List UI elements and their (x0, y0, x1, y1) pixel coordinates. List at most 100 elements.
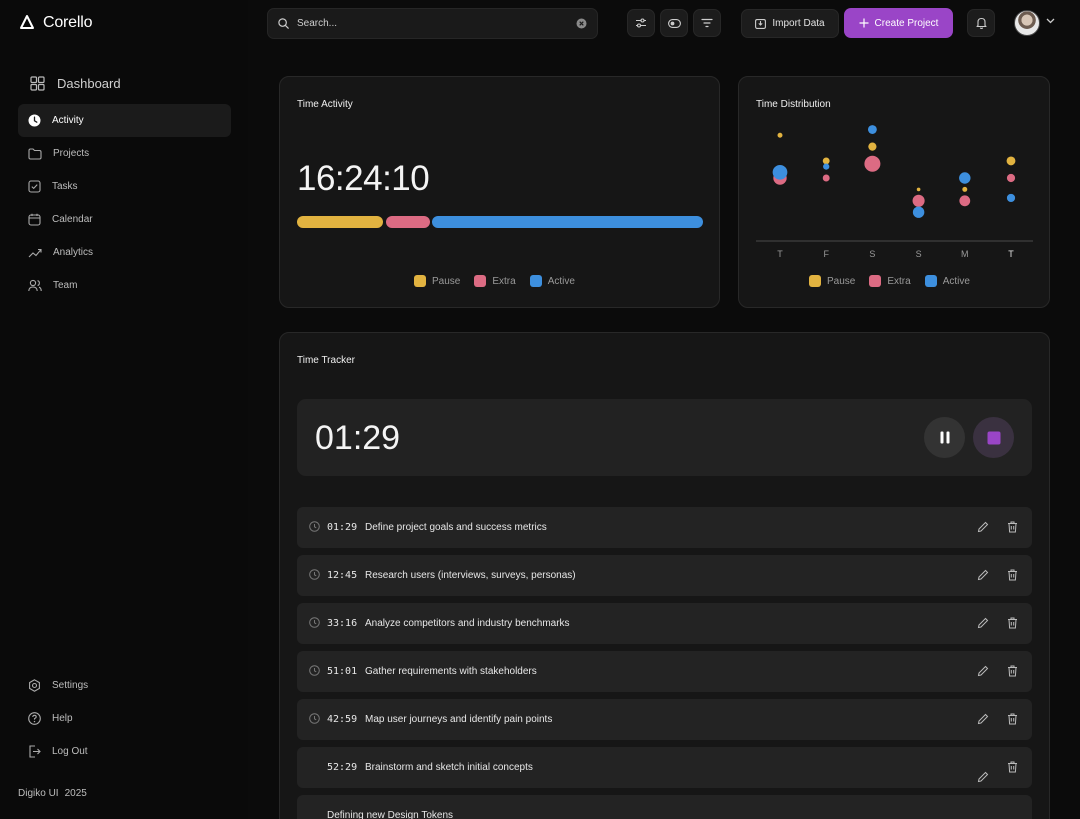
notifications-button[interactable] (967, 9, 995, 37)
footer-brand: Digiko UI 2025 (18, 788, 87, 799)
sidebar-item-team[interactable]: Team (18, 269, 231, 302)
clear-icon[interactable] (576, 18, 587, 29)
filter-button[interactable] (693, 9, 721, 37)
pencil-icon[interactable] (977, 569, 989, 581)
clock-icon (309, 569, 320, 580)
stop-icon (987, 431, 1000, 444)
app-logo[interactable]: Corello (18, 14, 92, 32)
legend-item-extra: Extra (474, 275, 516, 287)
search-input[interactable] (297, 18, 568, 29)
task-title: Brainstorm and sketch initial concepts (365, 762, 533, 773)
pencil-icon[interactable] (977, 521, 989, 533)
card-title: Time Activity (297, 99, 353, 110)
time-distribution-card: Time Distribution TFSSMT Pause Extra Act… (738, 76, 1050, 308)
sidebar-item-logout[interactable]: Log Out (18, 735, 231, 768)
bubble-active (823, 163, 830, 170)
card-title: Time Tracker (297, 355, 355, 366)
trend-icon (28, 248, 42, 257)
task-title: Research users (interviews, surveys, per… (365, 570, 576, 581)
import-data-button[interactable]: Import Data (741, 9, 839, 38)
search-icon (278, 18, 289, 29)
task-time: 01:29 (327, 522, 358, 533)
avatar[interactable] (1014, 10, 1040, 36)
logout-icon (29, 745, 41, 758)
sidebar-item-activity[interactable]: Activity (18, 104, 231, 137)
trash-icon[interactable] (1007, 761, 1018, 773)
legend-label: Pause (432, 275, 461, 287)
sidebar-item-calendar[interactable]: Calendar (18, 203, 231, 236)
legend-label: Extra (492, 275, 516, 287)
gear-icon (29, 679, 40, 692)
sidebar-item-label: Projects (53, 148, 90, 159)
task-time: 52:29 (327, 762, 358, 773)
stop-button[interactable] (973, 417, 1014, 458)
legend-label: Active (547, 275, 575, 287)
legend-swatch (529, 275, 542, 287)
x-tick-label: T (1008, 249, 1014, 259)
task-row[interactable]: 33:16 Analyze competitors and industry b… (297, 603, 1032, 644)
help-icon (28, 712, 41, 725)
task-row[interactable]: Defining new Design Tokens (297, 795, 1032, 819)
task-row[interactable]: 42:59 Map user journeys and identify pai… (297, 699, 1032, 740)
sidebar-item-help[interactable]: Help (18, 702, 231, 735)
sidebar-item-dashboard[interactable]: Dashboard (30, 76, 121, 91)
task-row[interactable]: 01:29 Define project goals and success m… (297, 507, 1032, 548)
sidebar-item-label: Settings (52, 680, 89, 691)
pause-button[interactable] (924, 417, 965, 458)
sidebar-item-settings[interactable]: Settings (18, 669, 231, 702)
pencil-icon[interactable] (977, 713, 989, 725)
x-tick-label: F (823, 249, 829, 259)
toggle-button[interactable] (660, 9, 688, 37)
timer-panel: 01:29 (297, 399, 1032, 476)
clock-icon (28, 114, 41, 127)
footer-year: 2025 (64, 788, 87, 799)
sidebar-item-label: Analytics (53, 247, 94, 258)
bubble-pause (822, 157, 830, 165)
legend-label: Extra (887, 275, 911, 287)
pencil-icon[interactable] (977, 771, 989, 783)
legend-label: Active (942, 275, 970, 287)
sidebar-item-tasks[interactable]: Tasks (18, 170, 231, 203)
task-row[interactable]: 51:01 Gather requirements with stakehold… (297, 651, 1032, 692)
trash-icon[interactable] (1007, 521, 1018, 533)
trash-icon[interactable] (1007, 713, 1018, 725)
adjust-button[interactable] (627, 9, 655, 37)
legend-label: Pause (827, 275, 856, 287)
trash-icon[interactable] (1007, 617, 1018, 629)
pencil-icon[interactable] (977, 617, 989, 629)
sidebar-nav: Activity Projects Tasks Calendar Analyti… (18, 104, 231, 302)
folder-icon (28, 147, 42, 160)
filter-icon (701, 18, 713, 28)
search-bar[interactable] (267, 8, 598, 39)
time-tracker-card: Time Tracker 01:29 01:29 Define project … (279, 332, 1050, 819)
users-icon (28, 279, 42, 292)
legend-swatch (924, 275, 937, 287)
calendar-icon (28, 213, 41, 226)
bubble-extra (822, 174, 830, 182)
legend-item-active: Active (924, 275, 970, 287)
bubble-extra (912, 194, 925, 207)
create-label: Create Project (874, 17, 939, 29)
task-time: 42:59 (327, 714, 358, 725)
trash-icon[interactable] (1007, 569, 1018, 581)
clock-icon (309, 713, 320, 724)
task-row[interactable]: 52:29 Brainstorm and sketch initial conc… (297, 747, 1032, 788)
sidebar-item-analytics[interactable]: Analytics (18, 236, 231, 269)
trash-icon[interactable] (1007, 665, 1018, 677)
task-row[interactable]: 12:45 Research users (interviews, survey… (297, 555, 1032, 596)
total-time: 16:24:10 (297, 159, 430, 198)
extra-bar (386, 216, 430, 228)
create-project-button[interactable]: Create Project (844, 8, 953, 38)
toggle-icon (667, 18, 681, 28)
pencil-icon[interactable] (977, 665, 989, 677)
legend-swatch (809, 275, 821, 287)
legend-item-pause: Pause (809, 275, 855, 287)
legend-swatch (414, 275, 426, 287)
sidebar-item-projects[interactable]: Projects (18, 137, 231, 170)
chevron-down-icon[interactable] (1046, 18, 1055, 24)
legend-item-extra: Extra (869, 275, 911, 287)
active-bar (432, 216, 703, 228)
sidebar-item-label: Dashboard (57, 76, 121, 91)
task-time: 33:16 (327, 618, 358, 629)
task-title: Map user journeys and identify pain poin… (365, 714, 553, 725)
